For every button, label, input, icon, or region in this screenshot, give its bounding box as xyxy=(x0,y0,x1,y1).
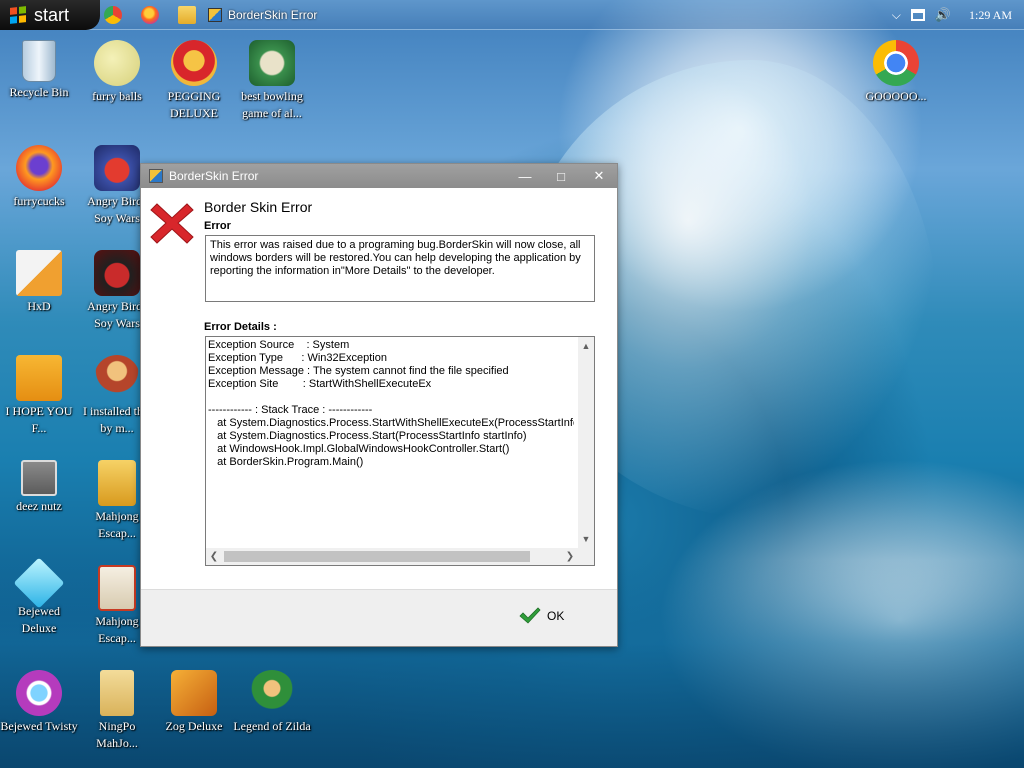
desktop-icon-bejewed-deluxe[interactable]: Bejewed Deluxe xyxy=(0,557,78,637)
error-x-icon xyxy=(150,203,194,244)
taskbar-clock[interactable]: 1:29 AM xyxy=(969,8,1012,23)
dialog-title: BorderSkin Error xyxy=(169,169,259,183)
desktop-icon-i-hope[interactable]: I HOPE YOU F... xyxy=(0,355,78,437)
desktop-icon-furry-balls[interactable]: furry balls xyxy=(78,40,156,105)
desktop-icon-best-bowling[interactable]: best bowling game of al... xyxy=(233,40,311,122)
desktop-icon-zog-deluxe[interactable]: Zog Deluxe xyxy=(155,670,233,735)
volume-icon[interactable]: 🔊 xyxy=(935,7,951,23)
desktop-icon-ningpo[interactable]: NingPo MahJo... xyxy=(78,670,156,752)
ok-button-label: OK xyxy=(547,609,565,623)
desktop-icon-chrome[interactable]: GOOOOO... xyxy=(857,40,935,105)
bowling-game-icon xyxy=(249,40,295,86)
firefox-taskbar-icon[interactable] xyxy=(141,6,159,24)
hxd-icon xyxy=(16,250,62,296)
desktop-icon-bejewed-twisty[interactable]: Bejewed Twisty xyxy=(0,670,78,735)
horizontal-scroll-thumb[interactable] xyxy=(224,551,530,562)
furry-balls-icon xyxy=(94,40,140,86)
mahjong-icon xyxy=(98,460,136,506)
pegging-deluxe-icon xyxy=(171,40,217,86)
zilda-character-icon xyxy=(249,670,295,716)
error-message-box: This error was raised due to a programin… xyxy=(205,235,595,302)
vertical-scrollbar[interactable]: ▲ ▼ xyxy=(578,337,594,548)
dialog-titlebar[interactable]: BorderSkin Error — □ ✕ xyxy=(141,164,617,188)
borderskin-app-icon xyxy=(149,169,163,183)
dialog-heading: Border Skin Error xyxy=(204,199,313,215)
network-icon[interactable] xyxy=(910,9,925,21)
dialog-footer: OK xyxy=(141,589,617,646)
folder-taskbar-icon[interactable] xyxy=(178,6,196,24)
minimize-button[interactable]: — xyxy=(507,164,543,188)
error-details-text: Exception Source : System Exception Type… xyxy=(208,339,574,468)
chrome-icon xyxy=(873,40,919,86)
scroll-up-icon[interactable]: ▲ xyxy=(578,339,594,353)
scroll-right-icon[interactable]: ❯ xyxy=(562,548,578,565)
recycle-bin-icon xyxy=(22,40,56,82)
scroll-down-icon[interactable]: ▼ xyxy=(578,532,594,546)
gem-icon xyxy=(13,557,65,609)
start-label: start xyxy=(34,4,70,25)
character-icon xyxy=(94,355,140,401)
desktop-icon-furrycucks[interactable]: furrycucks xyxy=(0,145,78,210)
angry-birds-icon xyxy=(94,145,140,191)
maximize-button[interactable]: □ xyxy=(543,164,579,188)
checkmark-icon xyxy=(519,607,541,624)
twist-gem-icon xyxy=(16,670,62,716)
scroll-left-icon[interactable]: ❮ xyxy=(206,548,222,565)
zog-icon xyxy=(171,670,217,716)
chevron-down-icon[interactable]: ⌵ xyxy=(892,8,901,23)
de-app-icon xyxy=(16,355,62,401)
taskbar-task-borderskin[interactable]: BorderSkin Error xyxy=(208,5,317,25)
desktop-icon-deez-nutz[interactable]: deez nutz xyxy=(0,460,78,515)
desktop-icon-legend-of-zilda[interactable]: Legend of Zilda xyxy=(233,670,311,735)
error-details-textbox[interactable]: Exception Source : System Exception Type… xyxy=(205,336,595,566)
window-stack-icon xyxy=(21,460,57,496)
desktop-icon-pegging-deluxe[interactable]: PEGGING DELUXE xyxy=(155,40,233,122)
taskbar: start BorderSkin Error ⌵ 🔊 1:29 AM xyxy=(0,0,1024,30)
firefox-icon xyxy=(16,145,62,191)
error-label: Error xyxy=(204,220,231,232)
scrollbar-corner xyxy=(578,548,594,565)
desktop-icon-recycle-bin[interactable]: Recycle Bin xyxy=(0,40,78,101)
taskbar-task-label: BorderSkin Error xyxy=(228,8,318,22)
error-dialog: BorderSkin Error — □ ✕ Border Skin Error… xyxy=(140,163,618,647)
chrome-taskbar-icon[interactable] xyxy=(104,6,122,24)
system-tray: ⌵ 🔊 1:29 AM xyxy=(892,0,1012,30)
windows-logo-icon xyxy=(10,6,26,24)
angry-birds-icon xyxy=(94,250,140,296)
ningpo-mahjong-icon xyxy=(100,670,134,716)
error-details-label: Error Details : xyxy=(204,321,277,333)
borderskin-app-icon xyxy=(208,8,222,22)
desktop-icon-hxd[interactable]: HxD xyxy=(0,250,78,315)
ok-button[interactable]: OK xyxy=(519,607,564,625)
start-button[interactable]: start xyxy=(0,0,100,30)
mahjong-gate-icon xyxy=(98,565,136,611)
close-button[interactable]: ✕ xyxy=(581,164,617,188)
horizontal-scrollbar[interactable]: ❮ ❯ xyxy=(206,548,578,565)
